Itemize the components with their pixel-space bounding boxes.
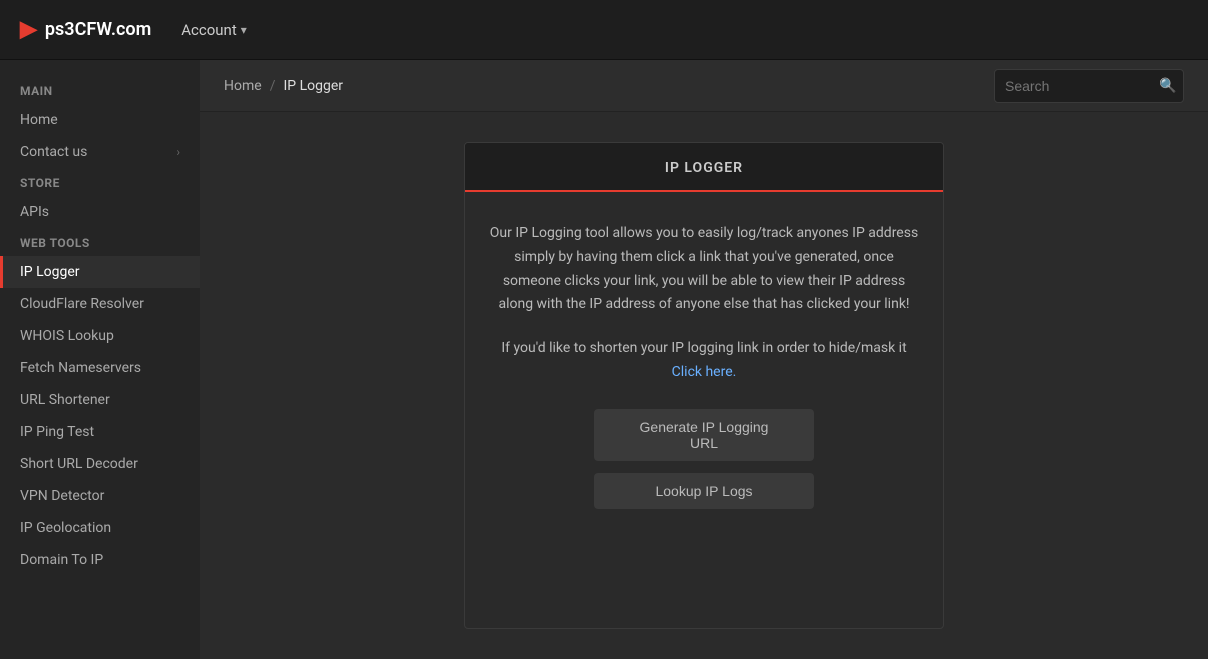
search-input[interactable] [1005, 78, 1155, 94]
sidebar-item-domain-to-ip-label: Domain To IP [20, 552, 103, 568]
breadcrumb-current: IP Logger [283, 78, 343, 94]
sidebar-item-contact-us-label: Contact us [20, 144, 87, 160]
sidebar-item-fetch-nameservers[interactable]: Fetch Nameservers [0, 352, 200, 384]
brand-name: ps3CFW.com [45, 19, 151, 40]
sidebar-item-short-url-decoder-label: Short URL Decoder [20, 456, 138, 472]
account-label: Account [181, 21, 237, 39]
sidebar-item-ip-geolocation[interactable]: IP Geolocation [0, 512, 200, 544]
sidebar-item-ip-logger-label: IP Logger [20, 264, 80, 280]
search-icon: 🔍 [1159, 78, 1176, 94]
sidebar-section-store: Store [0, 168, 200, 196]
sidebar-item-vpn-detector-label: VPN Detector [20, 488, 104, 504]
sidebar-item-apis-label: APIs [20, 204, 49, 220]
breadcrumb-separator: / [270, 78, 276, 94]
sidebar-item-url-shortener-label: URL Shortener [20, 392, 110, 408]
sidebar-item-url-shortener[interactable]: URL Shortener [0, 384, 200, 416]
search-box: 🔍 [994, 69, 1184, 103]
lookup-logs-button[interactable]: Lookup IP Logs [594, 473, 814, 509]
chevron-right-icon: › [176, 145, 180, 159]
sidebar-item-domain-to-ip[interactable]: Domain To IP [0, 544, 200, 576]
sidebar-item-fetch-nameservers-label: Fetch Nameservers [20, 360, 141, 376]
sidebar-item-home-label: Home [20, 112, 58, 128]
sidebar-item-ip-ping-test[interactable]: IP Ping Test [0, 416, 200, 448]
tool-card-body: Our IP Logging tool allows you to easily… [465, 192, 943, 539]
sidebar: Main Home Contact us › Store APIs Web To… [0, 60, 200, 659]
sidebar-item-vpn-detector[interactable]: VPN Detector [0, 480, 200, 512]
sidebar-item-contact-us[interactable]: Contact us › [0, 136, 200, 168]
tool-description-2-prefix: If you'd like to shorten your IP logging… [501, 340, 906, 356]
navbar: ▶ ps3CFW.com Account ▾ [0, 0, 1208, 60]
sidebar-item-home[interactable]: Home [0, 104, 200, 136]
main-layout: Main Home Contact us › Store APIs Web To… [0, 60, 1208, 659]
generate-url-button[interactable]: Generate IP Logging URL [594, 409, 814, 461]
brand-logo[interactable]: ▶ ps3CFW.com [20, 17, 151, 42]
tool-card-header: IP LOGGER [465, 143, 943, 192]
breadcrumb-home[interactable]: Home [224, 78, 262, 94]
click-here-link[interactable]: Click here. [672, 364, 737, 380]
page-content: IP LOGGER Our IP Logging tool allows you… [200, 112, 1208, 659]
sidebar-item-short-url-decoder[interactable]: Short URL Decoder [0, 448, 200, 480]
sidebar-section-main: Main [0, 76, 200, 104]
brand-icon: ▶ [20, 17, 37, 42]
tool-description-1: Our IP Logging tool allows you to easily… [489, 222, 919, 317]
tool-title: IP LOGGER [665, 160, 743, 176]
content-area: Home / IP Logger 🔍 IP LOGGER Our IP Logg… [200, 60, 1208, 659]
tool-description-2: If you'd like to shorten your IP logging… [489, 337, 919, 385]
sidebar-item-cloudflare-resolver[interactable]: CloudFlare Resolver [0, 288, 200, 320]
account-menu[interactable]: Account ▾ [181, 21, 247, 39]
sidebar-item-cloudflare-resolver-label: CloudFlare Resolver [20, 296, 144, 312]
sidebar-item-whois-lookup-label: WHOIS Lookup [20, 328, 114, 344]
breadcrumb: Home / IP Logger [224, 78, 343, 94]
account-chevron-icon: ▾ [241, 23, 247, 37]
tool-card: IP LOGGER Our IP Logging tool allows you… [464, 142, 944, 629]
sidebar-item-whois-lookup[interactable]: WHOIS Lookup [0, 320, 200, 352]
sidebar-item-ip-ping-test-label: IP Ping Test [20, 424, 94, 440]
sidebar-item-ip-geolocation-label: IP Geolocation [20, 520, 111, 536]
sidebar-section-web-tools: Web Tools [0, 228, 200, 256]
tool-buttons: Generate IP Logging URL Lookup IP Logs [489, 409, 919, 509]
breadcrumb-bar: Home / IP Logger 🔍 [200, 60, 1208, 112]
sidebar-item-ip-logger[interactable]: IP Logger [0, 256, 200, 288]
sidebar-item-apis[interactable]: APIs [0, 196, 200, 228]
